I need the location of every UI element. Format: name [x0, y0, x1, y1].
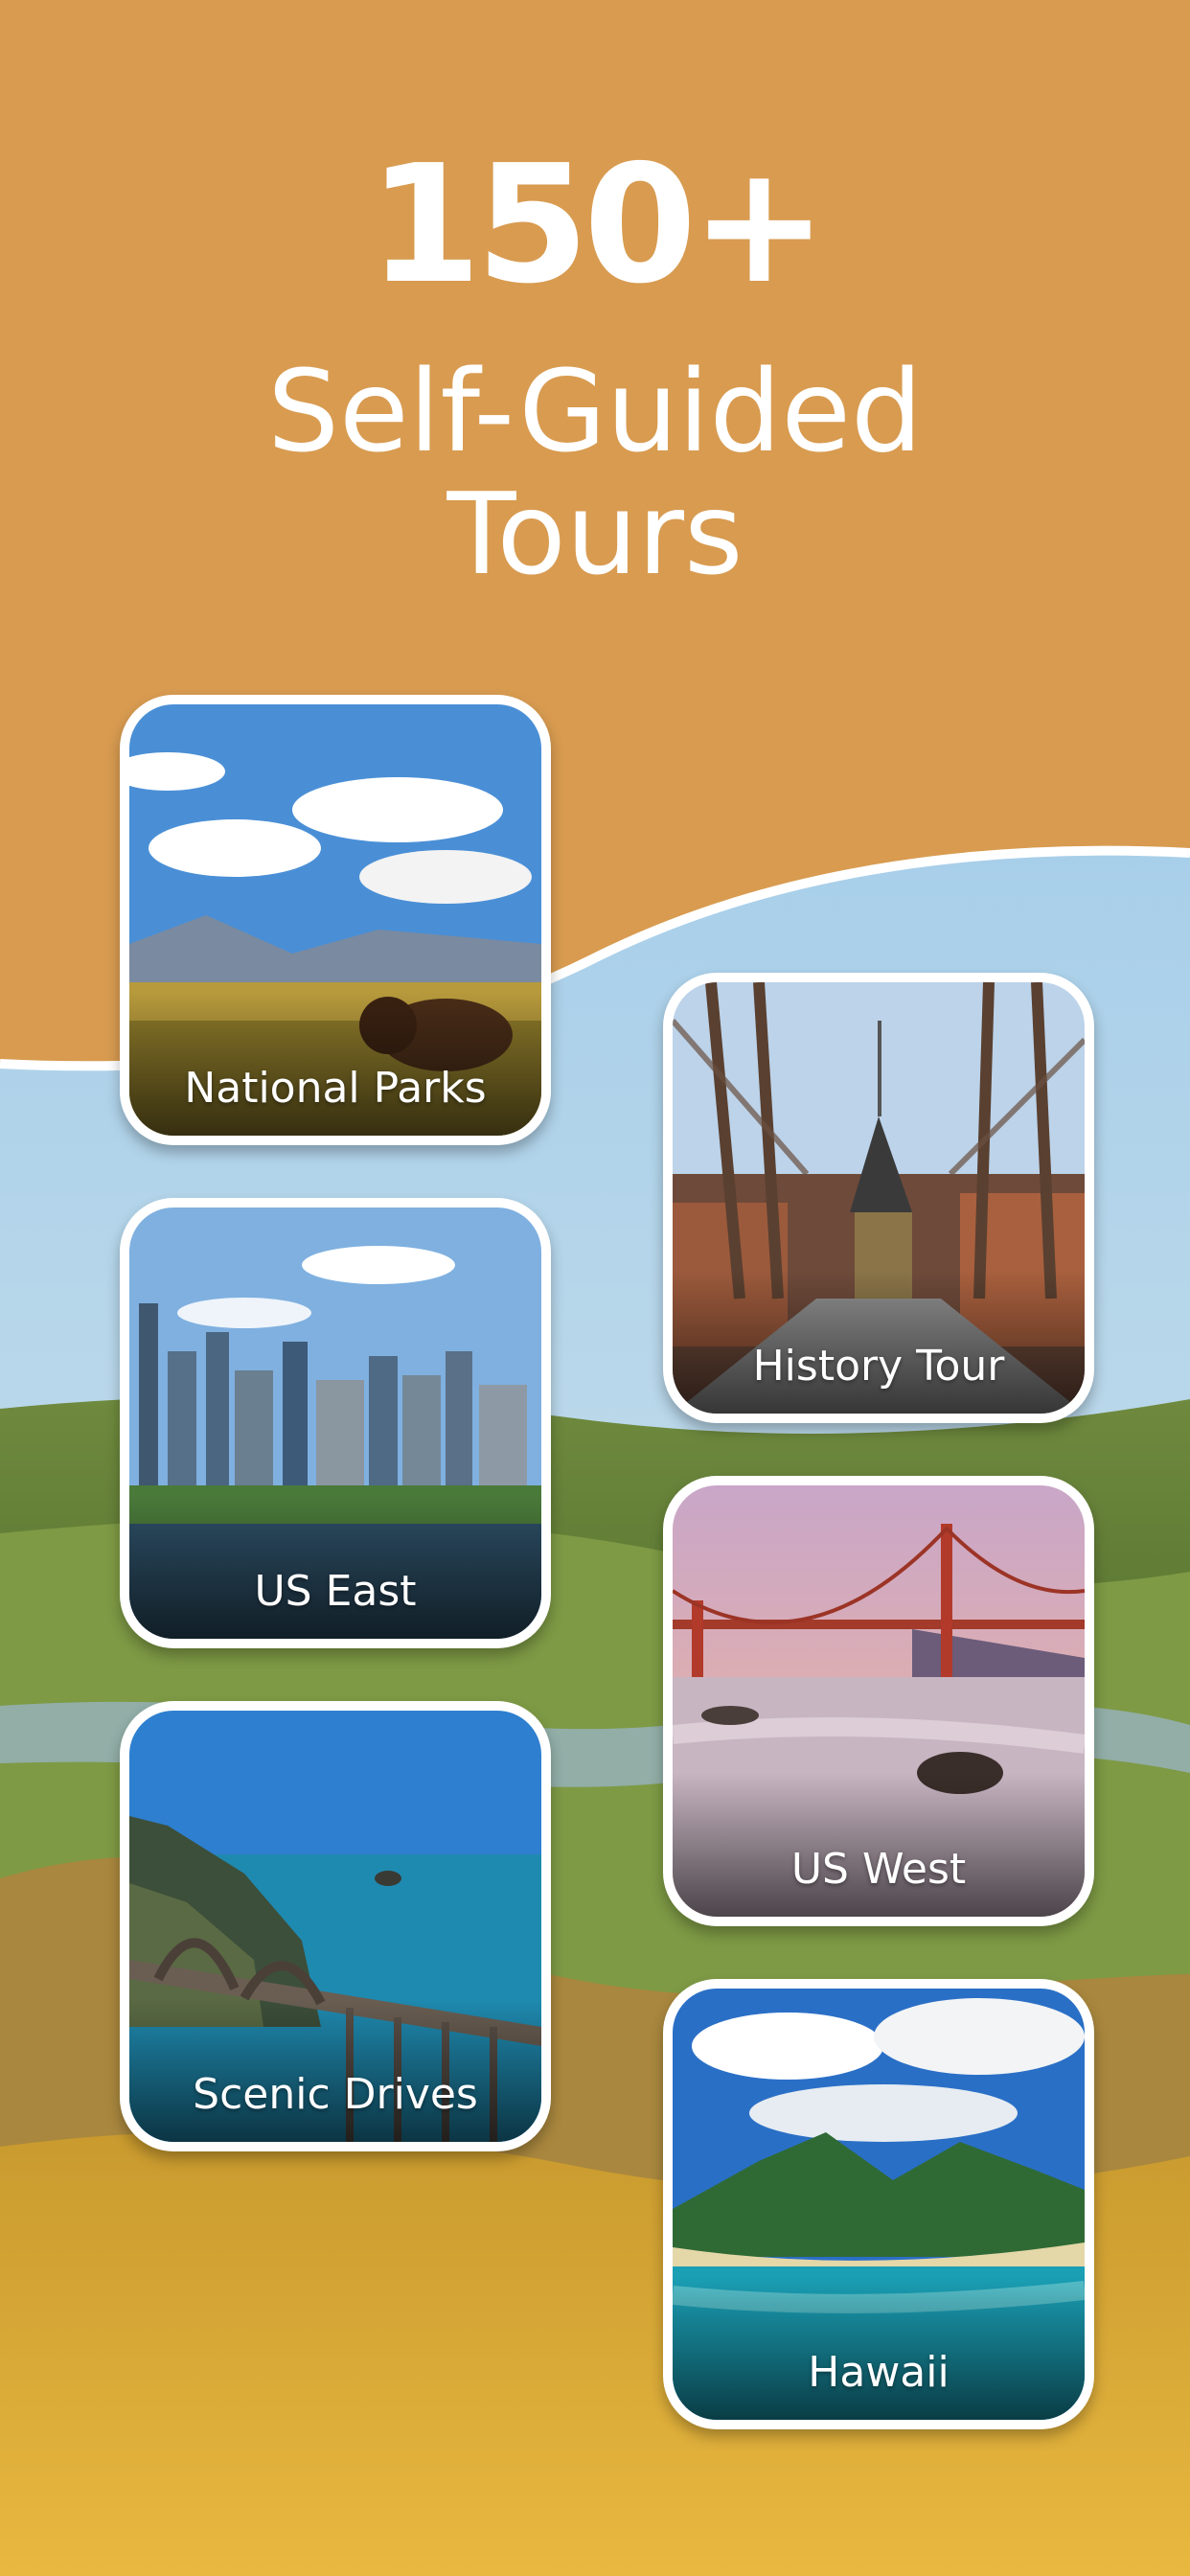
card-label: US West	[790, 1845, 967, 1894]
tour-count-heading: 150+	[368, 130, 827, 320]
tour-card-us-east[interactable]: US East	[120, 1198, 551, 1648]
tour-card-national-parks[interactable]: National Parks	[120, 695, 551, 1145]
card-label: US East	[254, 1567, 417, 1616]
subheading-line-1: Self-Guided	[267, 345, 923, 477]
tours-subheading: Self-Guided Tours	[0, 350, 1190, 595]
card-label: Hawaii	[808, 2348, 950, 2397]
tour-card-us-west[interactable]: US West	[663, 1476, 1094, 1926]
card-label: Scenic Drives	[193, 2070, 478, 2119]
card-label: History Tour	[752, 1342, 1005, 1391]
national-parks-photo: National Parks	[129, 704, 541, 1136]
subheading-line-2: Tours	[446, 468, 744, 600]
tour-card-history-tour[interactable]: History Tour	[663, 973, 1094, 1423]
card-label: National Parks	[184, 1064, 487, 1113]
tour-card-hawaii[interactable]: Hawaii	[663, 1979, 1094, 2429]
history-tour-photo: History Tour	[673, 982, 1085, 1414]
scenic-drives-photo: Scenic Drives	[129, 1711, 541, 2142]
tour-card-scenic-drives[interactable]: Scenic Drives	[120, 1701, 551, 2151]
us-east-photo: US East	[129, 1208, 541, 1639]
hawaii-photo: Hawaii	[673, 1989, 1085, 2420]
us-west-photo: US West	[673, 1485, 1085, 1917]
